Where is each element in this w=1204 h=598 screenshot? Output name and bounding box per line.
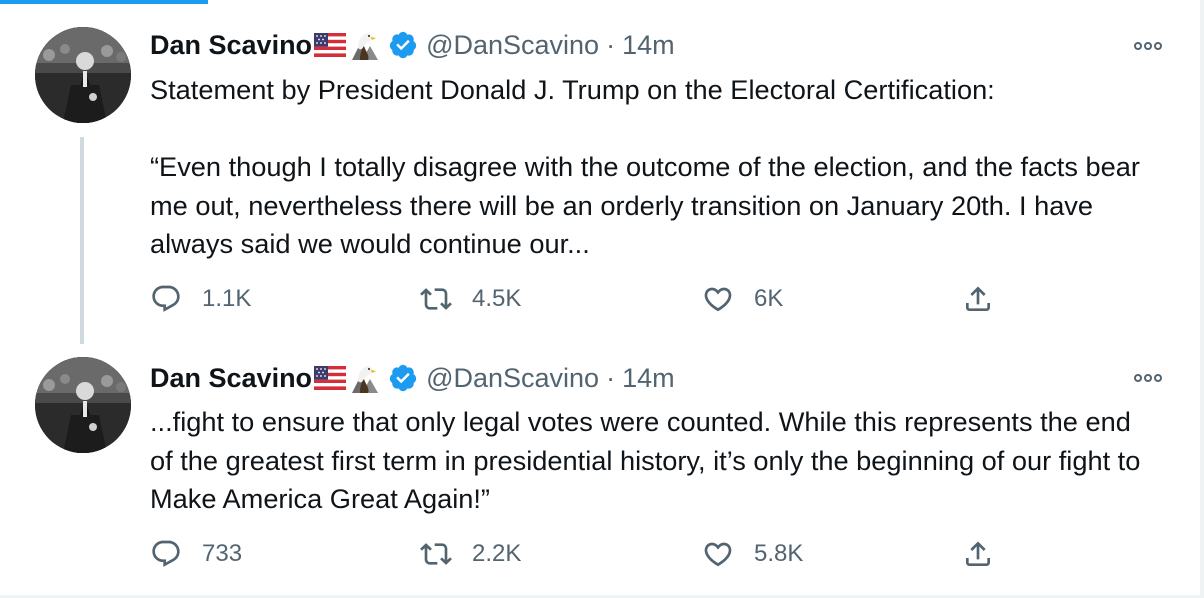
share-button[interactable]: [962, 279, 994, 319]
tweet[interactable]: Dan Scavino: [0, 332, 1200, 595]
avatar-photo: [35, 357, 131, 453]
like-button[interactable]: 5.8K: [702, 534, 803, 574]
flag-us-icon: [314, 366, 347, 390]
share-icon: [966, 541, 990, 566]
heart-icon: [704, 542, 732, 567]
more-options-icon[interactable]: [1130, 368, 1166, 388]
author-handle[interactable]: @DanScavino: [426, 363, 599, 394]
retweet-button[interactable]: 2.2K: [420, 534, 521, 574]
tweet-header: Dan Scavino @DanScavino · 14m: [150, 27, 675, 63]
tweet-paragraph: Statement by President Donald J. Trump o…: [150, 74, 995, 105]
timestamp[interactable]: 14m: [622, 363, 675, 394]
avatar-photo: [35, 27, 131, 123]
share-icon: [966, 286, 990, 311]
tweet-text: ...fight to ensure that only legal votes…: [150, 403, 1160, 519]
tweet-actions: 733 2.2K 5.8K: [150, 534, 1010, 574]
retweet-count: 2.2K: [472, 540, 522, 567]
tweet-text: Statement by President Donald J. Trump o…: [150, 71, 1160, 264]
tweet-actions: 1.1K 4.5K 6K: [150, 279, 1010, 319]
share-button[interactable]: [962, 534, 994, 574]
retweet-count: 4.5K: [472, 285, 522, 312]
reply-icon: [152, 540, 180, 567]
frame-border-right: [1200, 0, 1204, 598]
flag-us-icon: [314, 33, 347, 57]
avatar[interactable]: [35, 357, 131, 453]
reply-icon: [152, 285, 180, 312]
tweet-header: Dan Scavino @DanScavino · 14m: [150, 360, 675, 396]
separator-dot: ·: [606, 362, 616, 393]
retweet-icon: [420, 288, 452, 310]
retweet-icon: [420, 543, 452, 565]
more-options-icon[interactable]: [1130, 36, 1166, 56]
verified-badge-icon: [388, 30, 418, 60]
eagle-icon: [348, 30, 380, 60]
separator-dot: ·: [606, 29, 616, 60]
retweet-button[interactable]: 4.5K: [420, 279, 521, 319]
reply-count: 1.1K: [202, 285, 252, 312]
author-handle[interactable]: @DanScavino: [426, 30, 599, 61]
reply-button[interactable]: 733: [150, 534, 242, 574]
reply-button[interactable]: 1.1K: [150, 279, 251, 319]
author-name[interactable]: Dan Scavino: [150, 363, 312, 394]
avatar[interactable]: [35, 27, 131, 123]
tweet-paragraph: “Even though I totally disagree with the…: [150, 151, 1140, 259]
like-count: 6K: [754, 285, 784, 312]
verified-badge-icon: [388, 363, 418, 393]
tweet[interactable]: Dan Scavino: [0, 0, 1200, 344]
reply-count: 733: [202, 540, 243, 567]
eagle-icon: [348, 363, 380, 393]
author-name[interactable]: Dan Scavino: [150, 30, 312, 61]
tweet-paragraph: ...fight to ensure that only legal votes…: [150, 406, 1141, 514]
thread-connector-line: [80, 137, 84, 344]
like-count: 5.8K: [754, 540, 804, 567]
timestamp[interactable]: 14m: [622, 30, 675, 61]
like-button[interactable]: 6K: [702, 279, 783, 319]
heart-icon: [704, 287, 732, 312]
